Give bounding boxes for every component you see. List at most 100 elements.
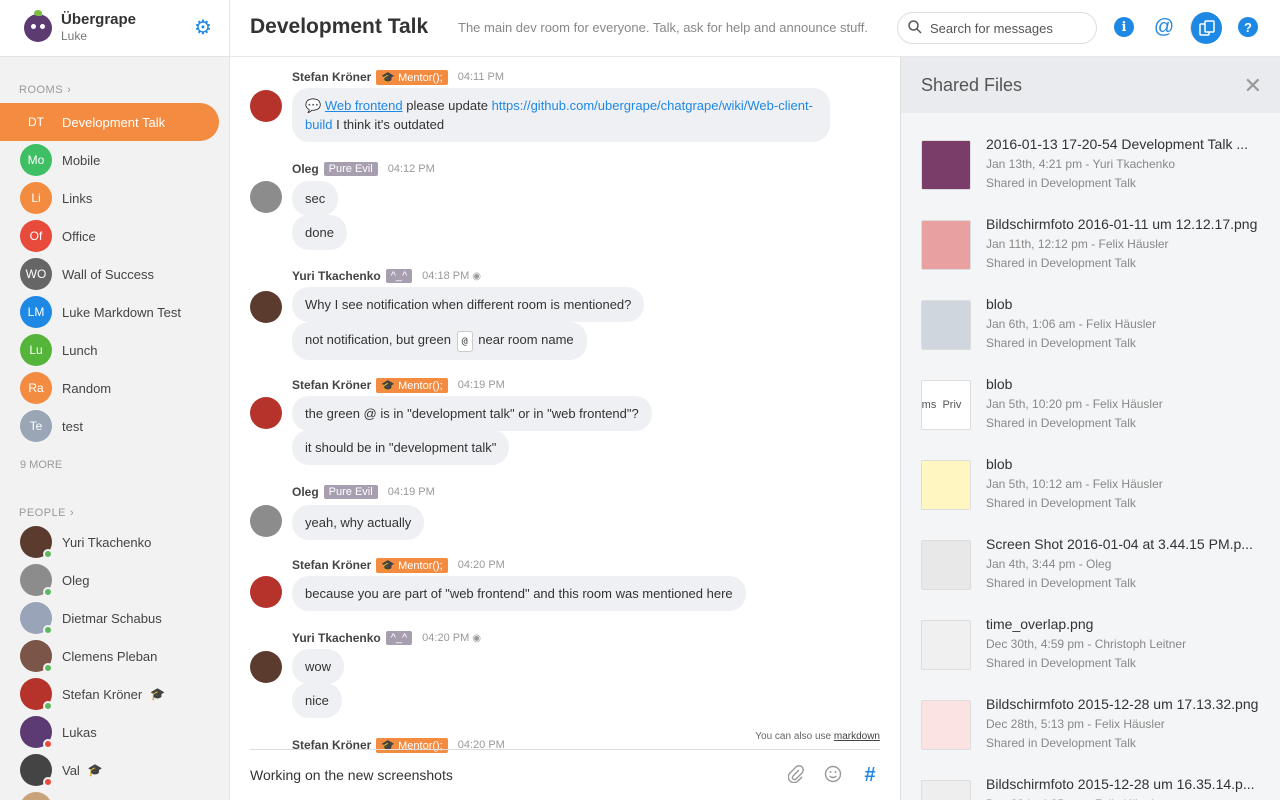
- grape-search-hash-icon[interactable]: #: [860, 765, 880, 785]
- file-name[interactable]: Screen Shot 2016-01-04 at 3.44.15 PM.p..…: [986, 536, 1253, 552]
- file-name[interactable]: time_overlap.png: [986, 616, 1093, 632]
- message-bubble: because you are part of "web frontend" a…: [292, 576, 746, 611]
- file-thumbnail[interactable]: [921, 540, 971, 590]
- person-item[interactable]: Dietmar Schabus: [0, 599, 229, 637]
- room-info-icon[interactable]: i: [1114, 17, 1134, 37]
- markdown-link[interactable]: markdown: [834, 731, 880, 742]
- avatar[interactable]: [250, 505, 282, 537]
- avatar[interactable]: [250, 90, 282, 122]
- message-author[interactable]: Stefan Kröner: [292, 558, 371, 572]
- file-name[interactable]: Bildschirmfoto 2016-01-11 um 12.12.17.pn…: [986, 216, 1257, 232]
- rooms-section-header[interactable]: ROOMS ›: [0, 80, 229, 100]
- shared-file-item[interactable]: Bildschirmfoto 2015-12-28 um 17.13.32.pn…: [921, 696, 1271, 758]
- avatar[interactable]: [250, 576, 282, 608]
- person-item[interactable]: Yuri Tkachenko: [0, 523, 229, 561]
- status-dot: [43, 663, 53, 673]
- status-dot: [43, 739, 53, 749]
- room-item[interactable]: Li Links: [0, 179, 219, 217]
- avatar: [20, 678, 53, 711]
- message-bubble: wow: [292, 649, 345, 684]
- room-item[interactable]: Of Office: [0, 217, 219, 255]
- room-avatar: Ra: [20, 372, 52, 404]
- message-input[interactable]: Working on the new screenshots: [250, 767, 769, 783]
- search-box[interactable]: [897, 12, 1097, 44]
- file-name[interactable]: blob: [986, 456, 1012, 472]
- room-avatar: WO: [20, 258, 52, 290]
- person-item[interactable]: Val 🎓: [0, 751, 229, 789]
- message-composer[interactable]: Working on the new screenshots #: [250, 749, 880, 800]
- shared-file-item[interactable]: rms Priv blob Jan 5th, 10:20 pm - Felix Hä…: [921, 376, 1271, 438]
- room-name: Office: [62, 228, 96, 244]
- room-name: Wall of Success: [62, 266, 154, 282]
- room-avatar: Of: [20, 220, 52, 252]
- room-item[interactable]: WO Wall of Success: [0, 255, 219, 293]
- shared-file-item[interactable]: Bildschirmfoto 2015-12-28 um 16.35.14.p.…: [921, 776, 1271, 800]
- shared-file-item[interactable]: 2016-01-13 17-20-54 Development Talk ...…: [921, 136, 1271, 198]
- file-location: Shared in Development Talk: [986, 496, 1136, 510]
- shared-file-item[interactable]: Bildschirmfoto 2016-01-11 um 12.12.17.pn…: [921, 216, 1271, 278]
- avatar[interactable]: [250, 651, 282, 683]
- close-icon[interactable]: ✕: [1244, 73, 1262, 99]
- person-item[interactable]: Lukas: [0, 713, 229, 751]
- file-meta: Jan 6th, 1:06 am - Felix Häusler: [986, 317, 1157, 331]
- room-avatar: DT: [28, 115, 44, 129]
- file-thumbnail[interactable]: [921, 460, 971, 510]
- room-item[interactable]: Te test: [0, 407, 219, 445]
- rooms-label: ROOMS: [19, 84, 64, 96]
- emoji-icon[interactable]: [823, 765, 843, 785]
- avatar[interactable]: [250, 397, 282, 429]
- more-rooms-link[interactable]: 9 MORE: [0, 445, 229, 475]
- shared-files-icon[interactable]: [1190, 12, 1222, 44]
- search-input[interactable]: [930, 20, 1080, 36]
- file-thumbnail[interactable]: [921, 700, 971, 750]
- message-author[interactable]: Oleg: [292, 485, 319, 499]
- badge-label: ^_^: [390, 632, 408, 644]
- file-thumbnail[interactable]: [921, 220, 971, 270]
- message-author[interactable]: Stefan Kröner: [292, 378, 371, 392]
- help-icon[interactable]: ?: [1238, 17, 1258, 37]
- file-name[interactable]: 2016-01-13 17-20-54 Development Talk ...: [986, 136, 1248, 152]
- settings-gear-icon[interactable]: ⚙: [193, 18, 213, 38]
- shared-file-item[interactable]: time_overlap.png Dec 30th, 4:59 pm - Chri…: [921, 616, 1271, 678]
- shared-file-item[interactable]: blob Jan 6th, 1:06 am - Felix Häusler Shar…: [921, 296, 1271, 358]
- message-author[interactable]: Stefan Kröner: [292, 70, 371, 84]
- message-bubble: the green @ is in "development talk" or …: [292, 396, 652, 431]
- room-item[interactable]: Lu Lunch: [0, 331, 219, 369]
- message-time: 04:19 PM: [457, 379, 505, 391]
- people-section-header[interactable]: PEOPLE ›: [0, 503, 229, 523]
- room-link[interactable]: Web frontend: [325, 98, 403, 113]
- file-thumbnail[interactable]: [921, 140, 971, 190]
- mentions-icon[interactable]: @: [1154, 16, 1174, 38]
- file-location: Shared in Development Talk: [986, 736, 1136, 750]
- message-author[interactable]: Yuri Tkachenko: [292, 631, 381, 645]
- chat-history[interactable]: Stefan Kröner 🎓 Mentor(); 04:11 PM Oleg Pure…: [230, 57, 900, 800]
- person-item[interactable]: Stefan Kröner 🎓: [0, 675, 229, 713]
- room-item[interactable]: Mo Mobile: [0, 141, 219, 179]
- person-item[interactable]: Felix Häusler: [0, 789, 229, 800]
- file-name[interactable]: Bildschirmfoto 2015-12-28 um 16.35.14.p.…: [986, 776, 1255, 792]
- file-thumbnail[interactable]: [921, 780, 971, 800]
- globe-icon: ◉: [472, 632, 481, 644]
- file-name[interactable]: Bildschirmfoto 2015-12-28 um 17.13.32.pn…: [986, 696, 1258, 712]
- file-name[interactable]: blob: [986, 296, 1012, 312]
- person-item[interactable]: Oleg: [0, 561, 229, 599]
- message-time: 04:18 PM: [422, 270, 470, 282]
- avatar[interactable]: [250, 181, 282, 213]
- markdown-hint: You can also use markdown: [755, 731, 880, 742]
- shared-file-item[interactable]: blob Jan 5th, 10:12 am - Felix Häusler Sha…: [921, 456, 1271, 518]
- room-item[interactable]: LM Luke Markdown Test: [0, 293, 219, 331]
- file-thumbnail[interactable]: [921, 620, 971, 670]
- room-item[interactable]: DT Development Talk: [0, 103, 219, 141]
- message-author[interactable]: Oleg: [292, 162, 319, 176]
- message-author[interactable]: Yuri Tkachenko: [292, 269, 381, 283]
- file-thumbnail[interactable]: rms Priv: [921, 380, 971, 430]
- file-meta: Jan 13th, 4:21 pm - Yuri Tkachenko: [986, 157, 1176, 171]
- attachment-paperclip-icon[interactable]: [786, 765, 806, 785]
- message-time: 04:11 PM: [457, 71, 505, 83]
- shared-file-item[interactable]: Screen Shot 2016-01-04 at 3.44.15 PM.p..…: [921, 536, 1271, 598]
- person-item[interactable]: Clemens Pleban: [0, 637, 229, 675]
- file-name[interactable]: blob: [986, 376, 1012, 392]
- room-item[interactable]: Ra Random: [0, 369, 219, 407]
- file-thumbnail[interactable]: [921, 300, 971, 350]
- avatar[interactable]: [250, 291, 282, 323]
